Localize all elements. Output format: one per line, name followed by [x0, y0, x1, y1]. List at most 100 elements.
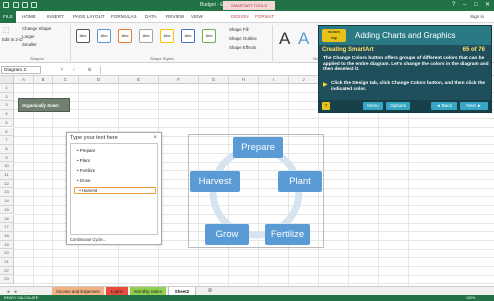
company-logo[interactable]: Organically Sown [18, 98, 70, 112]
menu-button[interactable]: Menu [363, 102, 383, 110]
shape-style-4[interactable]: Abc [139, 29, 153, 43]
larger-button[interactable]: Larger [22, 34, 35, 39]
row-header[interactable]: 7 [0, 136, 14, 145]
row-header[interactable]: 6 [0, 127, 14, 137]
node-harvest[interactable]: Harvest [190, 171, 240, 192]
grid-line [14, 274, 494, 276]
shape-style-6[interactable]: Abc [181, 29, 195, 43]
sign-in-link[interactable]: Sign in [470, 14, 484, 19]
list-item[interactable]: • Grow [77, 178, 90, 183]
tab-file[interactable]: FILE [0, 11, 16, 23]
row-header[interactable]: 14 [0, 197, 14, 206]
row-header[interactable]: 13 [0, 188, 14, 198]
smaller-button[interactable]: Smaller [22, 42, 37, 47]
edit-in-2d-icon[interactable]: ⬚ [3, 26, 10, 34]
edit-in-2d-button[interactable]: Edit in 2-D [2, 37, 23, 42]
change-shape-button[interactable]: Change Shape [22, 26, 51, 31]
tab-page-layout[interactable]: PAGE LAYOUT [73, 14, 105, 19]
save-icon[interactable] [13, 2, 19, 8]
zoom-level[interactable]: 100% [466, 295, 475, 301]
cancel-icon[interactable]: ✕ [60, 67, 64, 73]
undo-icon[interactable] [22, 2, 28, 8]
column-header[interactable]: J [289, 76, 319, 84]
row-header[interactable]: 5 [0, 118, 14, 128]
smartart-tools-header: SMARTART TOOLS [223, 1, 275, 10]
column-header[interactable]: D [79, 76, 119, 84]
column-header[interactable]: G [199, 76, 229, 84]
shape-style-2[interactable]: Abc [97, 29, 111, 43]
close-window-button[interactable]: ✕ [485, 2, 490, 8]
row-header[interactable]: 23 [0, 275, 14, 285]
node-fertilize[interactable]: Fertilize [265, 224, 310, 245]
list-item[interactable]: • Prepare [77, 148, 95, 153]
minimize-button[interactable]: – [463, 2, 466, 8]
select-all-button[interactable] [0, 76, 14, 84]
row-header[interactable]: 4 [0, 110, 14, 119]
excel-icon[interactable] [3, 2, 9, 8]
node-plant[interactable]: Plant [278, 171, 322, 192]
node-grow[interactable]: Grow [205, 224, 249, 245]
smartart-diagram[interactable]: Prepare Plant Fertilize Grow Harvest [188, 134, 324, 248]
tab-formulas[interactable]: FORMULAS [111, 14, 137, 19]
row-header[interactable]: 8 [0, 144, 14, 154]
text-pane-layout-link[interactable]: Continuous Cycle... [70, 237, 106, 242]
row-header[interactable]: 18 [0, 231, 14, 241]
list-item-active[interactable]: • Harvest [74, 187, 156, 194]
options-button[interactable]: Options [386, 102, 410, 110]
column-header[interactable]: I [259, 76, 289, 84]
fx-icon[interactable]: fx [88, 67, 91, 72]
tab-format[interactable]: FORMAT [255, 14, 274, 19]
column-header[interactable]: C [53, 76, 79, 84]
row-header[interactable]: 10 [0, 162, 14, 171]
row-header[interactable]: 15 [0, 205, 14, 215]
text-pane-title: Type your text here [70, 135, 118, 141]
help-button[interactable]: ? [452, 2, 455, 8]
row-header[interactable]: 9 [0, 153, 14, 163]
wordart-style-2[interactable]: A [298, 29, 309, 49]
node-prepare[interactable]: Prepare [233, 137, 283, 158]
divider [272, 25, 273, 61]
back-button[interactable]: ◄ Back [431, 102, 457, 110]
row-header[interactable]: 12 [0, 179, 14, 189]
shape-style-5[interactable]: Abc [160, 29, 174, 43]
shape-style-7[interactable]: Abc [202, 29, 216, 43]
next-button[interactable]: Next ► [460, 102, 488, 110]
name-box[interactable]: Diagram 2 [1, 66, 41, 74]
row-header[interactable]: 2 [0, 92, 14, 102]
tab-view[interactable]: VIEW [191, 14, 203, 19]
tab-data[interactable]: DATA [145, 14, 157, 19]
redo-icon[interactable] [31, 2, 37, 8]
row-header[interactable]: 1 [0, 84, 14, 93]
wordart-style-1[interactable]: A [279, 29, 290, 49]
grid-line [14, 126, 494, 128]
shape-style-3[interactable]: Abc [118, 29, 132, 43]
row-header[interactable]: 22 [0, 266, 14, 276]
shape-fill-button[interactable]: Shape Fill [229, 27, 249, 32]
column-header[interactable]: H [229, 76, 259, 84]
restore-button[interactable]: □ [474, 2, 478, 8]
row-header[interactable]: 16 [0, 214, 14, 224]
row-header[interactable]: 3 [0, 101, 14, 111]
shape-effects-button[interactable]: Shape Effects [229, 45, 256, 50]
shape-outline-button[interactable]: Shape Outline [229, 36, 257, 41]
tab-insert[interactable]: INSERT [47, 14, 64, 19]
enter-icon[interactable]: ✓ [72, 67, 76, 73]
column-header[interactable]: F [159, 76, 199, 84]
tab-design[interactable]: DESIGN [231, 14, 249, 19]
row-header[interactable]: 19 [0, 240, 14, 250]
row-header[interactable]: 17 [0, 223, 14, 232]
column-header[interactable]: A [14, 76, 34, 84]
list-item[interactable]: • Fertilize [77, 168, 95, 173]
row-header[interactable]: 11 [0, 171, 14, 180]
row-header[interactable]: 20 [0, 249, 14, 258]
tab-home[interactable]: HOME [22, 14, 36, 19]
help-button[interactable]: ? [322, 102, 330, 110]
shape-style-1[interactable]: Abc [76, 29, 90, 43]
column-header[interactable]: E [119, 76, 159, 84]
column-header[interactable]: B [34, 76, 53, 84]
grid-line [14, 283, 494, 285]
tab-review[interactable]: REVIEW [166, 14, 184, 19]
close-icon[interactable]: × [153, 135, 157, 141]
list-item[interactable]: • Plant [77, 158, 90, 163]
row-header[interactable]: 21 [0, 258, 14, 267]
